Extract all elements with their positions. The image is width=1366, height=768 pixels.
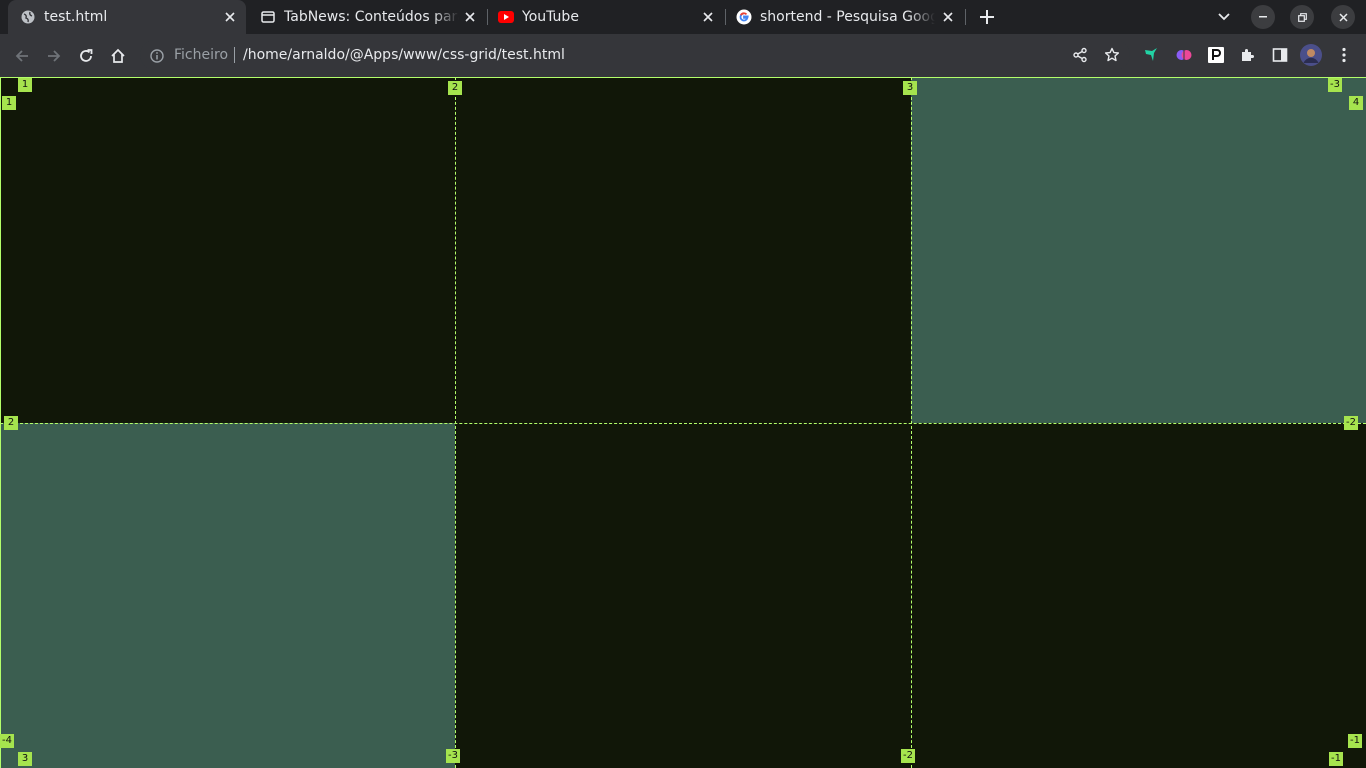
hummingbird-icon — [1145, 48, 1157, 61]
tab-google-search[interactable]: shortend - Pesquisa Google — [724, 0, 964, 34]
back-button[interactable] — [9, 43, 35, 69]
arrow-right-icon — [48, 50, 61, 62]
close-window-button[interactable] — [1331, 5, 1355, 29]
grid-badge: 4 — [1349, 96, 1363, 110]
grid-line-row-top — [0, 77, 1366, 78]
grid-cell-highlight — [911, 77, 1366, 423]
tab-strip: test.html TabNews: Conteúdos para YouTub… — [0, 0, 1366, 34]
star-icon — [1104, 47, 1120, 62]
tab-title: shortend - Pesquisa Google — [760, 9, 935, 25]
reload-icon — [80, 49, 93, 62]
avatar-icon — [1300, 44, 1322, 66]
p-extension-icon — [1208, 47, 1224, 63]
tab-title: TabNews: Conteúdos para — [284, 9, 459, 25]
plus-icon — [980, 10, 994, 24]
page-viewport: 1 1 2 3 -3 4 2 -2 -4 3 -3 -2 -1 -1 — [0, 77, 1366, 768]
grid-badge: 1 — [2, 96, 16, 110]
home-button[interactable] — [105, 43, 131, 69]
scheme-label: Ficheiro — [174, 47, 229, 63]
profile-avatar[interactable] — [1298, 42, 1324, 68]
extensions-button[interactable] — [1235, 42, 1261, 68]
forward-button[interactable] — [41, 43, 67, 69]
menu-button[interactable] — [1331, 42, 1357, 68]
close-icon — [1338, 12, 1348, 22]
grid-cell — [911, 423, 1366, 768]
restore-icon — [1297, 12, 1307, 22]
restore-button[interactable] — [1290, 5, 1314, 29]
grid-badge: 2 — [448, 81, 462, 95]
tab-separator — [965, 9, 966, 25]
grid-badge: -1 — [1348, 734, 1362, 748]
tab-test-html[interactable]: test.html — [8, 0, 246, 34]
tab-title: test.html — [44, 9, 108, 25]
grid-badge: 2 — [4, 416, 18, 430]
grid-badge: 1 — [18, 78, 32, 92]
grid-badge: -3 — [446, 749, 460, 763]
close-icon[interactable] — [940, 9, 956, 25]
puzzle-icon — [1242, 49, 1254, 61]
chevron-down-icon — [1218, 13, 1230, 21]
youtube-icon — [498, 9, 514, 25]
tab-title: YouTube — [522, 9, 579, 25]
side-panel-button[interactable] — [1267, 42, 1293, 68]
bookmark-button[interactable] — [1099, 42, 1125, 68]
arrow-left-icon — [15, 50, 28, 62]
tab-youtube[interactable]: YouTube — [486, 0, 724, 34]
globe-icon — [20, 9, 36, 25]
minimize-button[interactable] — [1251, 5, 1275, 29]
close-icon[interactable] — [462, 9, 478, 25]
grid-badge: -2 — [1344, 416, 1358, 430]
tab-search-button[interactable] — [1212, 5, 1236, 29]
reload-button[interactable] — [73, 43, 99, 69]
grid-cell — [455, 77, 911, 423]
grid-badge: -1 — [1329, 752, 1343, 766]
minimize-icon — [1259, 16, 1267, 18]
grid-badge: 3 — [903, 81, 917, 95]
extension-hummingbird[interactable] — [1138, 42, 1164, 68]
grid-badge: 3 — [18, 752, 32, 766]
close-icon[interactable] — [222, 9, 238, 25]
grid-cell — [455, 423, 911, 768]
grid-badge: -3 — [1328, 78, 1342, 92]
grid-badge: -2 — [901, 749, 915, 763]
page-icon — [260, 9, 276, 25]
share-icon — [1073, 47, 1087, 63]
grid-line-row-2 — [0, 423, 1366, 424]
grid-cell — [0, 77, 455, 423]
new-tab-button[interactable] — [976, 6, 998, 28]
google-icon — [736, 9, 752, 25]
side-panel-icon — [1272, 48, 1288, 62]
home-icon — [111, 48, 125, 63]
extension-p[interactable] — [1203, 42, 1229, 68]
extension-brain[interactable] — [1171, 42, 1197, 68]
tab-tabnews[interactable]: TabNews: Conteúdos para — [248, 0, 486, 34]
url-text[interactable]: /home/arnaldo/@Apps/www/css-grid/test.ht… — [243, 45, 565, 65]
brain-icon — [1176, 50, 1192, 60]
info-icon[interactable] — [150, 48, 164, 67]
share-button[interactable] — [1067, 42, 1093, 68]
more-vert-icon — [1342, 47, 1346, 63]
omnibox-separator — [234, 47, 235, 63]
grid-cell-highlight — [0, 423, 455, 768]
grid-badge: -4 — [0, 734, 14, 748]
close-icon[interactable] — [700, 9, 716, 25]
